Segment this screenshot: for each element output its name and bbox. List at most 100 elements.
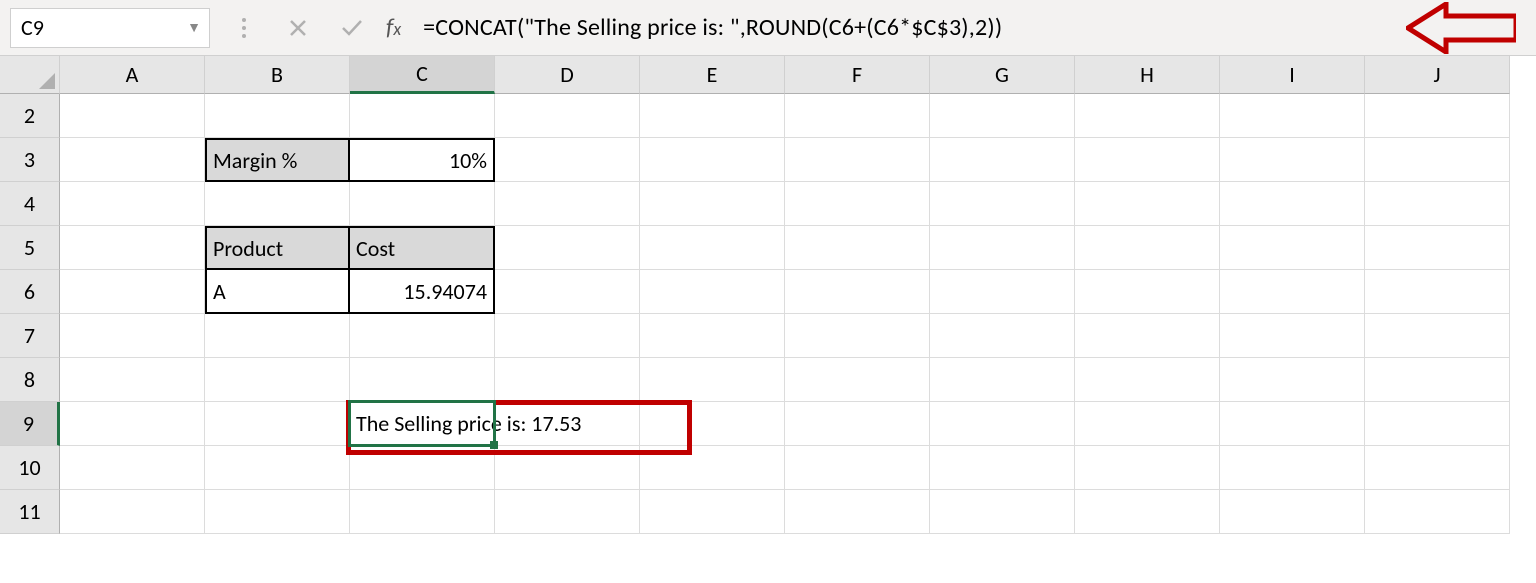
cell[interactable] (785, 138, 930, 182)
cell[interactable] (930, 138, 1075, 182)
cell[interactable] (60, 138, 205, 182)
cell-B5[interactable]: Product (205, 226, 350, 270)
spreadsheet-grid[interactable]: A B C D E F G H I J 2 3 Margin % 10% 4 5… (0, 56, 1536, 534)
cell[interactable] (495, 446, 640, 490)
row-header[interactable]: 2 (0, 94, 60, 138)
row-header[interactable]: 5 (0, 226, 60, 270)
cell[interactable] (1220, 314, 1365, 358)
cell[interactable] (930, 182, 1075, 226)
cell[interactable] (930, 446, 1075, 490)
cell[interactable] (1220, 490, 1365, 534)
cell-C3[interactable]: 10% (350, 138, 495, 182)
cell[interactable] (1365, 490, 1510, 534)
cell[interactable] (640, 94, 785, 138)
cell[interactable] (1365, 226, 1510, 270)
cell[interactable] (785, 358, 930, 402)
cell[interactable] (1220, 226, 1365, 270)
cell[interactable] (785, 402, 930, 446)
cell[interactable] (495, 314, 640, 358)
cell[interactable] (60, 182, 205, 226)
col-header[interactable]: H (1075, 56, 1220, 94)
cell[interactable] (495, 490, 640, 534)
confirm-icon[interactable] (332, 8, 372, 48)
cell[interactable] (350, 94, 495, 138)
row-header[interactable]: 6 (0, 270, 60, 314)
col-header[interactable]: C (350, 56, 495, 94)
cell[interactable] (1365, 314, 1510, 358)
row-header[interactable]: 9 (0, 402, 60, 446)
cell[interactable] (930, 402, 1075, 446)
cell[interactable] (640, 446, 785, 490)
select-all-button[interactable] (0, 56, 60, 94)
cell[interactable] (1075, 182, 1220, 226)
cancel-icon[interactable] (278, 8, 318, 48)
formula-input[interactable]: =CONCAT("The Selling price is: ",ROUND(C… (415, 8, 1392, 48)
name-box[interactable]: C9 ▼ (10, 8, 210, 48)
cell[interactable] (1365, 182, 1510, 226)
col-header[interactable]: B (205, 56, 350, 94)
cell[interactable] (1075, 94, 1220, 138)
cell[interactable] (1075, 402, 1220, 446)
cell[interactable] (785, 446, 930, 490)
row-header[interactable]: 4 (0, 182, 60, 226)
cell[interactable] (60, 314, 205, 358)
cell[interactable] (60, 358, 205, 402)
cell[interactable] (1075, 226, 1220, 270)
cell[interactable] (1075, 270, 1220, 314)
cell[interactable] (1365, 94, 1510, 138)
cell[interactable] (640, 138, 785, 182)
cell[interactable] (785, 226, 930, 270)
col-header[interactable]: A (60, 56, 205, 94)
cell[interactable] (1365, 446, 1510, 490)
cell[interactable] (495, 226, 640, 270)
col-header[interactable]: D (495, 56, 640, 94)
cell[interactable] (1220, 94, 1365, 138)
cell[interactable] (60, 226, 205, 270)
col-header[interactable]: F (785, 56, 930, 94)
cell[interactable] (640, 182, 785, 226)
cell[interactable] (640, 314, 785, 358)
cell[interactable] (205, 358, 350, 402)
cell[interactable] (785, 314, 930, 358)
cell[interactable] (495, 182, 640, 226)
cell[interactable] (1220, 446, 1365, 490)
cell[interactable] (930, 226, 1075, 270)
cell-C9[interactable]: The Selling price is: 17.53 (350, 402, 495, 446)
cell-C6[interactable]: 15.94074 (350, 270, 495, 314)
cell[interactable] (1220, 358, 1365, 402)
row-header[interactable]: 8 (0, 358, 60, 402)
cell[interactable] (1075, 314, 1220, 358)
cell[interactable] (640, 358, 785, 402)
row-header[interactable]: 7 (0, 314, 60, 358)
cell[interactable] (60, 402, 205, 446)
cell[interactable] (1365, 270, 1510, 314)
cell[interactable] (350, 182, 495, 226)
cell[interactable] (350, 446, 495, 490)
cell[interactable] (495, 358, 640, 402)
cell[interactable] (350, 490, 495, 534)
cell[interactable] (930, 270, 1075, 314)
cell-B6[interactable]: A (205, 270, 350, 314)
cell[interactable] (930, 490, 1075, 534)
col-header[interactable]: G (930, 56, 1075, 94)
cell[interactable] (1075, 490, 1220, 534)
cell[interactable] (205, 94, 350, 138)
cell[interactable] (60, 270, 205, 314)
col-header[interactable]: E (640, 56, 785, 94)
cell[interactable] (785, 270, 930, 314)
col-header[interactable]: J (1365, 56, 1510, 94)
cell[interactable] (930, 94, 1075, 138)
cell[interactable] (350, 358, 495, 402)
cell[interactable] (205, 182, 350, 226)
cell[interactable] (785, 94, 930, 138)
row-header[interactable]: 10 (0, 446, 60, 490)
cell[interactable] (60, 446, 205, 490)
cell[interactable] (785, 182, 930, 226)
cell-B3[interactable]: Margin % (205, 138, 350, 182)
cell[interactable] (1365, 138, 1510, 182)
cell[interactable] (350, 314, 495, 358)
cell[interactable] (205, 490, 350, 534)
cell[interactable] (640, 402, 785, 446)
cell[interactable] (640, 490, 785, 534)
cell[interactable] (1075, 446, 1220, 490)
